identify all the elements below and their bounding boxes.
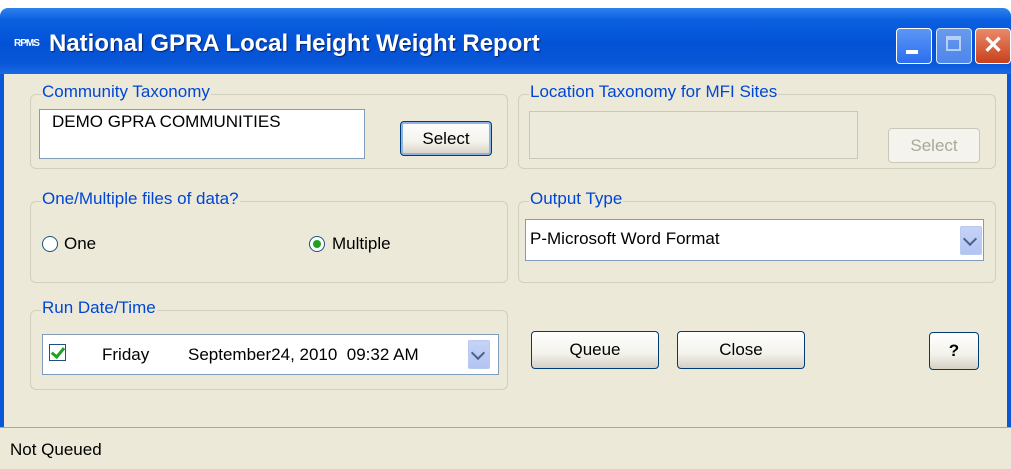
radio-multiple-label: Multiple [332,234,391,253]
run-day: Friday [102,345,150,364]
status-text: Not Queued [10,440,102,459]
output-type-dropdown-button[interactable] [960,226,982,255]
output-type-legend: Output Type [529,189,624,209]
community-taxonomy-legend: Community Taxonomy [41,82,211,102]
dialog-body: Community Taxonomy DEMO GPRA COMMUNITIES… [0,74,1011,427]
location-select-button: Select [888,128,980,163]
app-icon: RPMS [14,38,40,49]
close-window-button[interactable]: ✕ [975,28,1011,64]
location-taxonomy-group: Location Taxonomy for MFI Sites Select [518,82,996,169]
maximize-icon [946,36,961,51]
files-group: One/Multiple files of data? One Multiple [30,189,508,283]
close-button[interactable]: Close [677,331,805,369]
community-select-label: Select [422,129,470,148]
status-bar: Not Queued [0,427,1011,469]
radio-one-button[interactable] [42,236,58,252]
run-datetime-legend: Run Date/Time [41,298,157,318]
dialog-window: RPMS National GPRA Local Height Weight R… [0,0,1011,469]
maximize-button [936,28,972,64]
help-button-label: ? [948,341,960,360]
close-button-label: Close [719,340,763,359]
radio-multiple[interactable]: Multiple [309,234,449,256]
queue-button-label: Queue [569,340,621,359]
minimize-icon [906,50,918,54]
location-select-label: Select [910,136,958,155]
window-title: National GPRA Local Height Weight Report [49,30,540,57]
location-taxonomy-legend: Location Taxonomy for MFI Sites [529,82,779,102]
community-select-button[interactable]: Select [400,121,492,156]
radio-multiple-button[interactable] [309,236,325,252]
chevron-down-icon [470,345,486,361]
files-legend: One/Multiple files of data? [41,189,240,209]
output-type-group: Output Type P-Microsoft Word Format [518,189,996,283]
output-type-select[interactable]: P-Microsoft Word Format [525,219,984,261]
community-taxonomy-group: Community Taxonomy DEMO GPRA COMMUNITIES… [30,82,508,169]
output-type-value: P-Microsoft Word Format [530,229,720,248]
queue-button[interactable]: Queue [531,331,659,369]
minimize-button[interactable] [896,28,932,64]
community-taxonomy-value: DEMO GPRA COMMUNITIES [52,112,281,131]
checkmark-icon [50,343,66,360]
help-button[interactable]: ? [929,332,979,370]
run-datetime-dropdown-button[interactable] [468,340,490,369]
run-datetime-group: Run Date/Time Friday September24, 2010 0… [30,298,508,390]
run-datetime-value: September24, 2010 09:32 AM [188,345,419,364]
radio-one[interactable]: One [42,234,162,256]
title-bar[interactable]: RPMS National GPRA Local Height Weight R… [0,8,1011,74]
run-datetime-picker[interactable]: Friday September24, 2010 09:32 AM [42,334,499,375]
radio-one-label: One [64,234,97,253]
radio-multiple-selected-dot [313,240,321,248]
run-datetime-checkbox[interactable] [49,343,66,361]
chevron-down-icon [962,231,978,247]
location-taxonomy-field [529,111,858,159]
close-icon: ✕ [982,32,1004,59]
community-taxonomy-field: DEMO GPRA COMMUNITIES [39,109,365,159]
